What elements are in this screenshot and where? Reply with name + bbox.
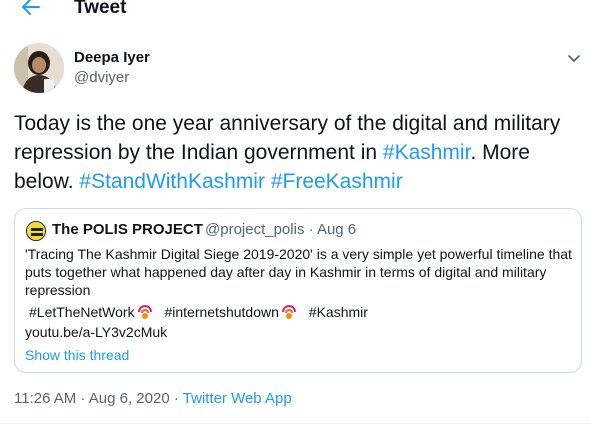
tweet-header: Tweet	[0, 0, 590, 22]
hashtag-kashmir[interactable]: #Kashmir	[383, 141, 471, 164]
hashtag-kashmir-quote: #Kashmir	[308, 304, 368, 321]
quoted-tweet-text: 'Tracing The Kashmir Digital Siege 2019-…	[25, 246, 572, 298]
tweet-source-app[interactable]: Twitter Web App	[183, 390, 292, 407]
quoted-tweet[interactable]: The POLIS PROJECT @project_polis · Aug 6…	[14, 208, 582, 373]
quoted-author-name: The POLIS PROJECT	[52, 221, 203, 238]
profile-photo	[14, 43, 64, 93]
back-button[interactable]	[20, 0, 42, 18]
author-avatar[interactable]	[14, 43, 64, 93]
divider	[0, 423, 590, 424]
hashtag-standwithkashmir[interactable]: #StandWithKashmir	[79, 170, 265, 193]
hashtag-lettheneTwork: #LetTheNetWork	[29, 304, 135, 321]
hashtag-internetshutdown: #internetshutdown	[164, 304, 279, 321]
arrow-left-icon	[22, 0, 40, 15]
page-title: Tweet	[74, 0, 127, 18]
quoted-tweet-url: youtu.be/a-LY3v2cMuk	[25, 324, 168, 340]
chevron-down-icon	[568, 55, 580, 62]
author-handle[interactable]: @dviyer	[74, 69, 129, 87]
polis-logo	[27, 222, 45, 240]
quoted-author-avatar	[26, 221, 46, 241]
signal-emoji-icon	[137, 305, 152, 320]
show-this-thread-link[interactable]: Show this thread	[25, 346, 129, 364]
more-options-button[interactable]	[565, 49, 583, 67]
tweet-text: Today is the one year anniversary of the…	[14, 109, 586, 196]
tweet-footer: 11:26 AM · Aug 6, 2020 · Twitter Web App	[14, 390, 292, 408]
tweet-timestamp[interactable]: 11:26 AM · Aug 6, 2020 ·	[14, 390, 183, 407]
hashtag-freekashmir[interactable]: #FreeKashmir	[271, 170, 403, 193]
quoted-tweet-hashtags: #LetTheNetWork #internetshutdown #Kashmi…	[29, 302, 579, 321]
signal-emoji-icon	[281, 305, 296, 320]
quoted-author-meta: @project_polis · Aug 6	[205, 221, 357, 238]
author-name[interactable]: Deepa Iyer	[74, 49, 150, 67]
